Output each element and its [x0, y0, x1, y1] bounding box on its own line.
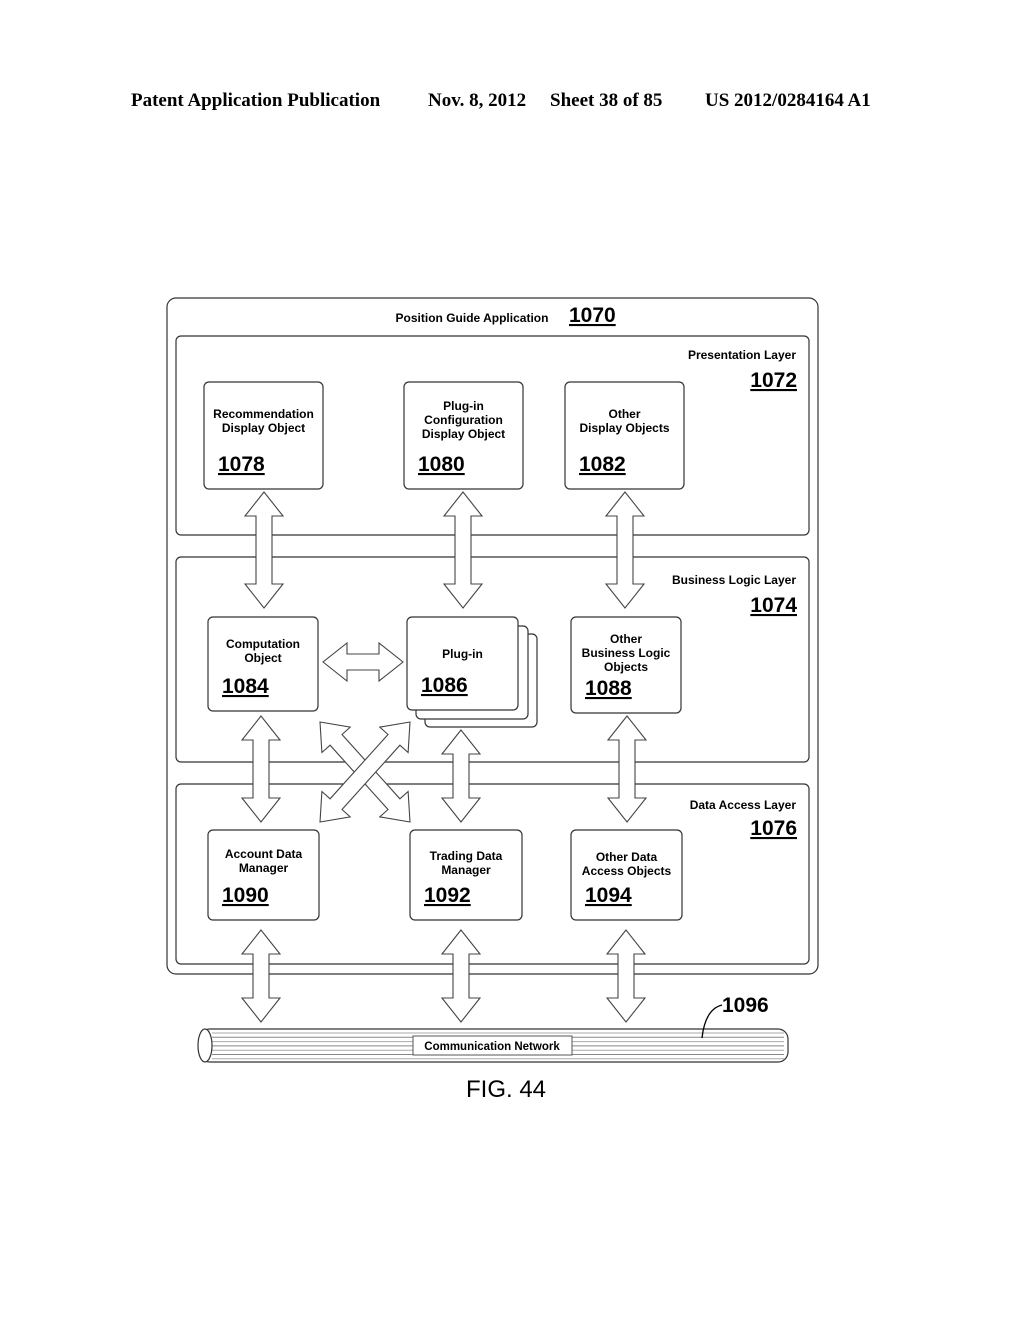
object-label-line: Other: [608, 407, 640, 421]
object-plugin-config: Plug-inConfigurationDisplay Object 1080: [403, 381, 524, 490]
object-label-line: Plug-in: [443, 399, 484, 413]
architecture-diagram: Position Guide Application 1070 Presenta…: [166, 297, 819, 1103]
data-access-layer-label: Data Access Layer: [690, 798, 797, 812]
object-label-line: Account Data: [225, 847, 303, 861]
object-label-line: Computation: [226, 637, 300, 651]
object-account-data: Account DataManager 1090: [207, 829, 320, 921]
presentation-layer-ref: 1072: [750, 369, 797, 392]
object-label-line: Recommendation: [213, 407, 314, 421]
object-label-line: Display Object: [422, 427, 505, 441]
object-label-line: Object: [244, 651, 281, 665]
object-other-display: OtherDisplay Objects 1082: [564, 381, 685, 490]
object-ref: 1086: [421, 674, 468, 697]
object-label-line: Access Objects: [582, 864, 672, 878]
object-label-line: Display Object: [222, 421, 305, 435]
object-ref: 1088: [585, 677, 632, 700]
network-ref: 1096: [722, 994, 769, 1017]
object-ref: 1078: [218, 453, 265, 476]
object-boxes: RecommendationDisplay Object1078Plug-inC…: [203, 381, 685, 921]
object-ref: 1090: [222, 884, 269, 907]
object-label-line: Business Logic: [582, 646, 671, 660]
object-label-line: Manager: [441, 863, 491, 877]
object-ref: 1082: [579, 453, 626, 476]
object-label-line: Configuration: [424, 413, 503, 427]
business-layer-label: Business Logic Layer: [672, 573, 796, 587]
object-ref: 1080: [418, 453, 465, 476]
object-plugin: Plug-in 1086: [406, 616, 519, 711]
object-trading-data: Trading DataManager 1092: [409, 829, 523, 921]
business-layer-ref: 1074: [750, 594, 797, 617]
object-other-business: OtherBusiness LogicObjects 1088: [570, 616, 682, 714]
object-label-line: Objects: [604, 660, 648, 674]
object-computation: ComputationObject 1084: [207, 616, 319, 712]
object-ref: 1092: [424, 884, 471, 907]
presentation-layer-label: Presentation Layer: [688, 348, 796, 362]
data-access-layer-ref: 1076: [750, 817, 797, 840]
object-other-data: Other DataAccess Objects 1094: [570, 829, 683, 921]
object-ref: 1094: [585, 884, 632, 907]
network-label: Communication Network: [424, 1041, 560, 1053]
object-label-line: Display Objects: [579, 421, 669, 435]
object-label-line: Manager: [239, 861, 289, 875]
application-ref: 1070: [569, 304, 616, 327]
object-label-line: Trading Data: [430, 849, 503, 863]
object-recommendation: RecommendationDisplay Object 1078: [203, 381, 324, 490]
object-label-line: Other: [610, 632, 642, 646]
communication-network: Communication Network 1096: [197, 994, 789, 1063]
figure-caption: FIG. 44: [466, 1076, 546, 1103]
object-ref: 1084: [222, 675, 269, 698]
object-label-line: Plug-in: [442, 647, 483, 661]
application-label: Position Guide Application: [396, 311, 549, 325]
object-label-line: Other Data: [596, 850, 658, 864]
